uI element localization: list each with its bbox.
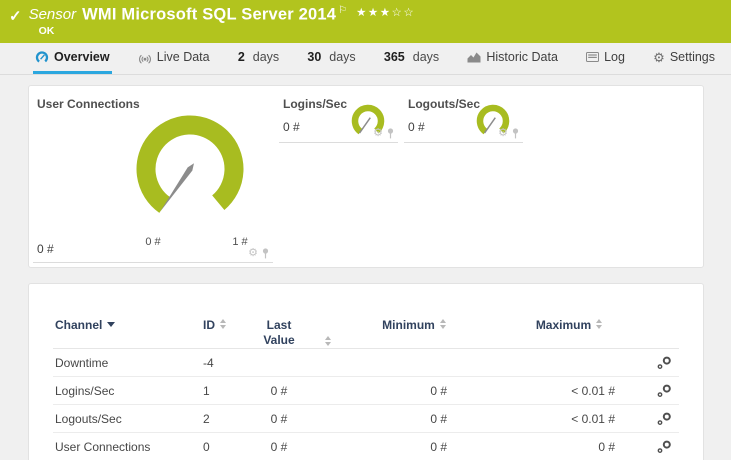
maximum-value: 0 # [598,439,615,454]
gauge-title: Logins/Sec [283,97,348,111]
channel-name: User Connections [55,439,151,454]
tab-overview[interactable]: Overview [33,43,112,74]
gauges-panel: User Connections 0 # 1 # 0 # ⚙ Logins/Se… [28,85,704,268]
pin-icon[interactable] [261,248,270,259]
sort-arrows-icon [220,319,226,329]
column-label: Channel [55,318,103,332]
gauge-current-value: 0 # [408,120,425,134]
gauge-current-value: 0 # [37,242,54,256]
last-value: 0 # [270,383,288,398]
tab-label: Historic Data [486,50,558,64]
sort-caret-icon [107,322,116,327]
live-broadcast-icon [138,54,151,63]
tab-label: days [412,50,440,64]
favorite-flag-icon[interactable]: ⚐ [338,5,347,16]
gear-icon[interactable]: ⚙ [498,128,508,139]
user-connections-gauge [136,115,244,213]
minimum-value: 0 # [430,439,447,454]
channel-name: Downtime [55,355,109,370]
tab-bar: Overview Live Data 2 days 30 days 365 da… [0,43,731,75]
gear-icon[interactable]: ⚙ [373,128,383,139]
column-header-channel[interactable]: Channel [53,318,203,332]
table-row-logins-sec: Logins/Sec 1 0 # 0 # < 0.01 # [53,377,679,405]
channel-settings-gears-icon[interactable] [657,356,672,370]
sensor-title: WMI Microsoft SQL Server 2014 [82,5,337,24]
table-row-user-connections: User Connections 0 0 # 0 # 0 # [53,433,679,460]
column-label: Minimum [382,318,435,332]
gauge-icon [35,51,49,63]
gauge-needle [483,117,496,134]
last-value: 0 # [270,411,288,426]
column-header-id[interactable]: ID [203,318,259,332]
tab-label-number: 365 [383,50,405,64]
channel-id: -4 [203,355,214,370]
column-header-last-value[interactable]: Last Value [259,318,339,348]
sort-arrows-icon [596,319,603,329]
sensor-overview-content: User Connections 0 # 1 # 0 # ⚙ Logins/Se… [0,85,731,460]
channel-id: 1 [203,383,210,398]
object-kind-label: Sensor [28,6,77,24]
channel-name: Logins/Sec [55,383,115,398]
table-header-row: Channel ID Last Value Minimum Maximum [53,284,679,349]
channel-settings-gears-icon[interactable] [657,440,672,454]
tab-2-days[interactable]: 2 days [236,43,281,74]
column-label: ID [203,318,215,332]
tab-label-number: 2 [237,50,245,64]
tab-settings[interactable]: ⚙ Settings [651,43,717,74]
tab-label: Live Data [156,50,210,64]
channel-name: Logouts/Sec [55,411,122,426]
gauge-widget-logouts-sec: Logouts/Sec 0 # ⚙ [404,93,523,143]
tab-live-data[interactable]: Live Data [136,43,212,74]
tab-historic-data[interactable]: Historic Data [465,43,560,74]
tab-label: Overview [54,50,110,64]
tab-label: Settings [669,50,715,64]
sensor-status-text: OK [38,25,55,38]
maximum-value: < 0.01 # [571,383,615,398]
channel-settings-gears-icon[interactable] [657,412,672,426]
sensor-status-bar: ✓ Sensor WMI Microsoft SQL Server 2014 ⚐ ★★… [0,0,731,43]
gauge-needle [358,117,371,134]
channel-id: 0 [203,439,210,454]
pin-icon[interactable] [386,128,395,139]
pin-icon[interactable] [511,128,520,139]
tab-label: Log [604,50,625,64]
priority-stars[interactable]: ★★★☆☆ [356,7,415,19]
channel-id: 2 [203,411,210,426]
last-value: 0 # [270,439,288,454]
column-header-maximum[interactable]: Maximum [489,318,649,332]
tab-label: days [252,50,280,64]
column-header-minimum[interactable]: Minimum [339,318,489,332]
table-row-downtime: Downtime -4 [53,349,679,377]
gauge-scale-min: 0 # [145,236,161,248]
channels-table: Channel ID Last Value Minimum Maximum Do… [28,283,704,460]
tab-label-number: 30 [307,50,322,64]
maximum-value: < 0.01 # [571,411,615,426]
column-label: Last Value [263,318,295,347]
sort-arrows-icon [439,319,446,329]
log-list-icon [586,52,600,62]
gauge-needle [160,163,194,212]
channel-settings-gears-icon[interactable] [657,384,672,398]
tab-365-days[interactable]: 365 days [382,43,441,74]
sort-arrows-icon [325,336,331,346]
gear-icon[interactable]: ⚙ [248,248,258,259]
gear-icon: ⚙ [653,49,665,65]
gauge-widget-logins-sec: Logins/Sec 0 # ⚙ [279,93,398,143]
minimum-value: 0 # [430,411,447,426]
tab-label: days [329,50,356,64]
gauge-current-value: 0 # [283,120,300,134]
minimum-value: 0 # [430,383,447,398]
gauge-title: Logouts/Sec [408,97,481,111]
chart-mountain-icon [467,52,481,62]
column-label: Maximum [535,318,592,332]
status-ok-check-icon: ✓ [9,8,22,25]
table-row-logouts-sec: Logouts/Sec 2 0 # 0 # < 0.01 # [53,405,679,433]
tab-log[interactable]: Log [584,43,627,74]
tab-30-days[interactable]: 30 days [305,43,357,74]
gauge-widget-user-connections: User Connections 0 # 1 # 0 # ⚙ [33,93,273,263]
